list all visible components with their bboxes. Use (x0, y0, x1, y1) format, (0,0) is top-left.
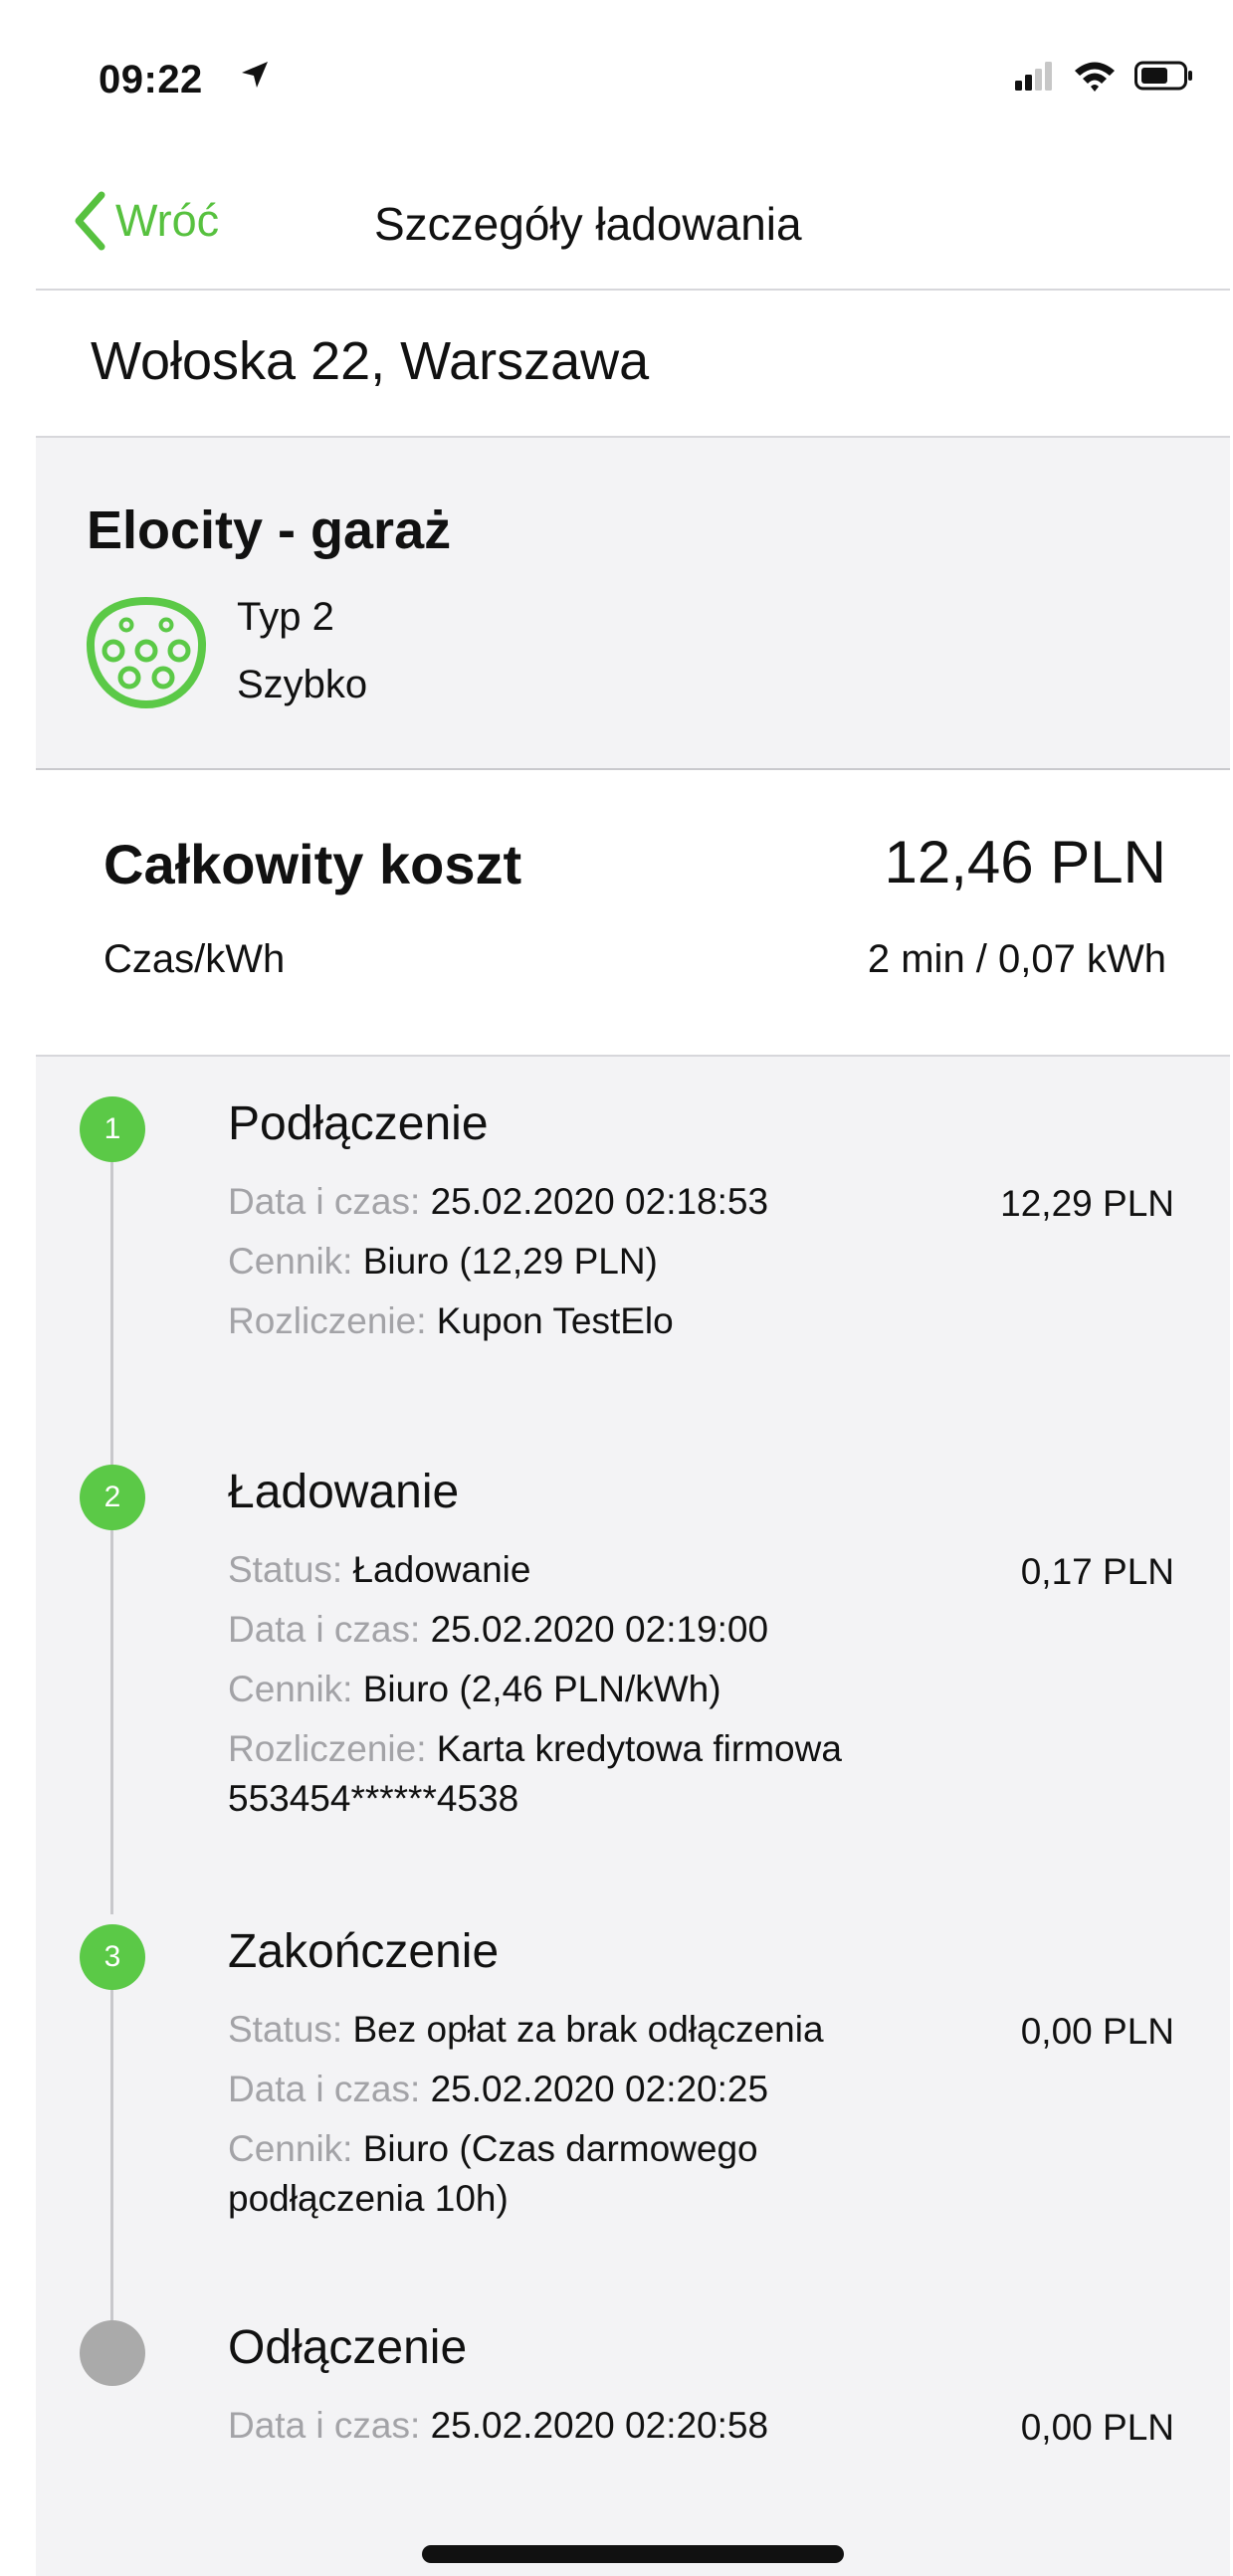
status-row: Status: Ładowanie (228, 1549, 531, 1590)
type2-connector-icon (84, 595, 209, 715)
step-title: Podłączenie (228, 1097, 489, 1150)
date-time-row: Data i czas: 25.02.2020 02:20:25 (228, 2069, 769, 2109)
cost-summary: Całkowity koszt 12,46 PLN Czas/kWh 2 min… (36, 770, 1230, 1057)
step-amount: 0,17 PLN (1020, 1551, 1174, 1592)
charging-speed: Szybko (237, 663, 368, 706)
cellular-signal-icon (1015, 61, 1055, 96)
total-cost-value: 12,46 PLN (884, 829, 1166, 895)
page-title: Szczegóły ładowania (374, 198, 802, 250)
tariff-row: Cennik: Biuro (12,29 PLN) (228, 1241, 658, 1282)
step-title: Ładowanie (228, 1466, 460, 1518)
step-title: Odłączenie (228, 2321, 468, 2374)
connector-type: Typ 2 (237, 595, 334, 639)
date-time-row: Data i czas: 25.02.2020 02:18:53 (228, 1181, 769, 1222)
timeline-connector (110, 1142, 113, 1467)
chevron-left-icon (75, 191, 105, 251)
time-energy-label: Czas/kWh (103, 937, 286, 981)
step-pending-badge (80, 2320, 145, 2386)
billing-row: Rozliczenie: Kupon TestElo (228, 1300, 674, 1341)
step-number-badge: 1 (80, 1096, 145, 1162)
date-time-row: Data i czas: 25.02.2020 02:19:00 (228, 1609, 769, 1650)
billing-row: Rozliczenie: Karta kredytowa firmowa (228, 1728, 842, 1769)
timeline-connector (110, 1516, 113, 1914)
timeline-connector (110, 1978, 113, 2322)
address-text: Wołoska 22, Warszawa (91, 331, 650, 391)
step-amount: 12,29 PLN (1000, 1183, 1174, 1224)
back-button-label: Wróć (115, 195, 220, 246)
status-time: 09:22 (99, 58, 203, 101)
step-amount: 0,00 PLN (1020, 2011, 1174, 2052)
step-amount: 0,00 PLN (1020, 2407, 1174, 2448)
home-indicator[interactable] (422, 2545, 844, 2563)
status-bar: 09:22 (36, 0, 1230, 159)
total-cost-label: Całkowity koszt (103, 833, 522, 895)
navigation-bar: Wróć Szczegóły ładowania (36, 159, 1230, 291)
tariff-row: Cennik: Biuro (Czas darmowego (228, 2128, 758, 2169)
status-row: Status: Bez opłat za brak odłączenia (228, 2009, 824, 2050)
location-arrow-icon (240, 60, 270, 95)
battery-icon (1134, 61, 1194, 96)
station-section: Elocity - garaż Typ 2 Szybko (36, 438, 1230, 770)
charging-timeline: 1 Podłączenie 12,29 PLN Data i czas: 25.… (36, 1057, 1230, 2576)
status-indicators (1015, 60, 1194, 97)
address-section: Wołoska 22, Warszawa (36, 291, 1230, 438)
tariff-row: Cennik: Biuro (2,46 PLN/kWh) (228, 1669, 721, 1709)
screen: 09:22 Wróć Szczegóły ładowania Wołoska 2… (36, 0, 1230, 2576)
step-number-badge: 3 (80, 1924, 145, 1990)
tariff-continuation: podłączenia 10h) (228, 2178, 509, 2219)
time-energy-value: 2 min / 0,07 kWh (867, 937, 1166, 981)
card-number: 553454******4538 (228, 1778, 519, 1819)
step-title: Zakończenie (228, 1925, 500, 1978)
wifi-icon (1073, 60, 1117, 97)
date-time-row: Data i czas: 25.02.2020 02:20:58 (228, 2405, 769, 2446)
back-button[interactable]: Wróć (72, 181, 219, 261)
step-number-badge: 2 (80, 1465, 145, 1530)
station-name: Elocity - garaż (87, 500, 452, 560)
